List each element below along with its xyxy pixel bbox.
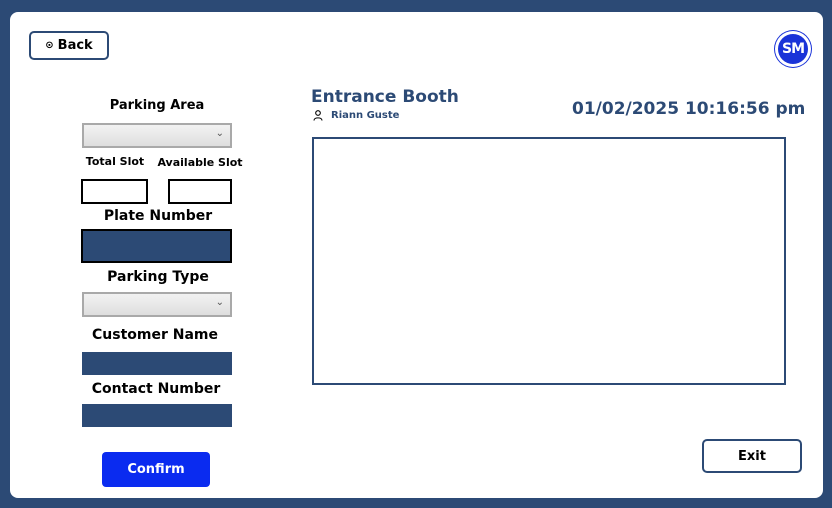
total-slot-label: Total Slot	[85, 155, 145, 168]
chevron-down-icon: ⌄	[215, 128, 224, 139]
main-panel: ⊙ Back SM Parking Area ⌄ Total Slot Avai…	[10, 12, 823, 498]
exit-button[interactable]: Exit	[702, 439, 802, 473]
back-button-label: Back	[57, 38, 93, 53]
plate-number-label: Plate Number	[103, 208, 213, 224]
back-button[interactable]: ⊙ Back	[29, 31, 109, 60]
logo-text: SM	[781, 41, 805, 57]
plate-number-field[interactable]	[81, 229, 232, 263]
user-info: Riann Guste	[313, 110, 399, 121]
customer-name-label: Customer Name	[92, 327, 218, 343]
contact-number-field[interactable]	[82, 404, 232, 427]
user-name: Riann Guste	[331, 110, 400, 121]
available-slot-label: Available Slot	[157, 156, 243, 169]
confirm-button[interactable]: Confirm	[102, 452, 210, 487]
sm-logo: SM	[775, 31, 811, 67]
customer-name-field[interactable]	[82, 352, 232, 375]
user-icon	[313, 110, 323, 121]
confirm-button-label: Confirm	[127, 462, 185, 477]
back-circle-icon: ⊙	[45, 39, 54, 51]
exit-button-label: Exit	[738, 448, 766, 464]
parking-area-label: Parking Area	[109, 98, 205, 113]
camera-display-panel	[312, 137, 786, 385]
available-slot-field[interactable]	[168, 179, 232, 204]
chevron-down-icon: ⌄	[215, 297, 224, 308]
total-slot-field[interactable]	[81, 179, 148, 204]
parking-type-dropdown[interactable]: ⌄	[82, 292, 232, 317]
booth-title: Entrance Booth	[311, 87, 459, 107]
datetime-display: 01/02/2025 10:16:56 pm	[572, 99, 806, 119]
contact-number-label: Contact Number	[91, 381, 221, 397]
parking-area-dropdown[interactable]: ⌄	[82, 123, 232, 148]
parking-type-label: Parking Type	[107, 269, 209, 285]
